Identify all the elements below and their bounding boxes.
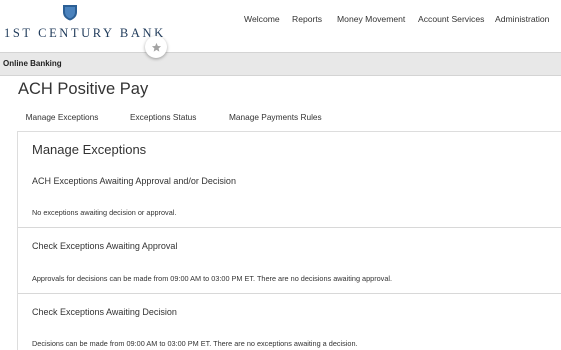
breadcrumb-label[interactable]: Online Banking bbox=[3, 59, 62, 68]
nav-reports[interactable]: Reports bbox=[292, 14, 322, 24]
nav-administration[interactable]: Administration bbox=[495, 14, 549, 24]
check-approval-heading: Check Exceptions Awaiting Approval bbox=[32, 241, 178, 251]
bank-logo-text[interactable]: 1st Century Bank bbox=[4, 26, 166, 41]
star-icon bbox=[151, 42, 161, 52]
nav-account-services[interactable]: Account Services bbox=[418, 14, 484, 24]
divider bbox=[18, 227, 561, 228]
check-decision-text: Decisions can be made from 09:00 AM to 0… bbox=[32, 339, 358, 348]
section-title: Manage Exceptions bbox=[32, 142, 147, 157]
tab-bar: Manage Exceptions Exceptions Status Mana… bbox=[17, 106, 561, 133]
top-header: 1st Century Bank Welcome Reports Money M… bbox=[0, 0, 561, 58]
tab-exceptions-status[interactable]: Exceptions Status bbox=[130, 106, 196, 131]
check-approval-text: Approvals for decisions can be made from… bbox=[32, 274, 393, 283]
tab-manage-payments-rules[interactable]: Manage Payments Rules bbox=[229, 106, 322, 131]
breadcrumb: Online Banking bbox=[0, 52, 561, 76]
nav-money-movement[interactable]: Money Movement bbox=[337, 14, 405, 24]
shield-logo-icon bbox=[63, 5, 77, 21]
ach-exceptions-heading: ACH Exceptions Awaiting Approval and/or … bbox=[32, 176, 236, 186]
ach-exceptions-text: No exceptions awaiting decision or appro… bbox=[32, 208, 177, 217]
divider bbox=[18, 293, 561, 294]
check-decision-heading: Check Exceptions Awaiting Decision bbox=[32, 307, 177, 317]
page-title: ACH Positive Pay bbox=[18, 80, 149, 98]
nav-welcome[interactable]: Welcome bbox=[244, 14, 280, 24]
manage-exceptions-panel: Manage Exceptions ACH Exceptions Awaitin… bbox=[17, 131, 561, 350]
tab-manage-exceptions[interactable]: Manage Exceptions bbox=[17, 106, 107, 133]
favorite-button[interactable] bbox=[145, 36, 167, 58]
